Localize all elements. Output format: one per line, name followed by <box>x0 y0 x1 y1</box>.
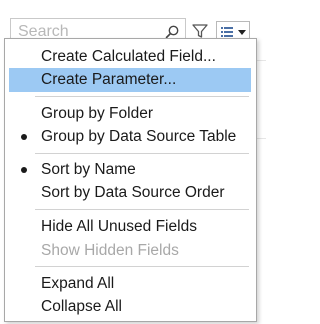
menu-item-label: Sort by Data Source Order <box>41 184 225 201</box>
menu-separator <box>35 266 249 267</box>
menu-item-collapse-all[interactable]: Collapse All <box>9 295 251 319</box>
checked-bullet-icon <box>21 167 27 173</box>
menu-item-label: Expand All <box>41 275 115 292</box>
background-divider <box>257 60 266 61</box>
menu-item-label: Group by Folder <box>41 105 153 122</box>
menu-item-label: Create Parameter... <box>41 71 177 88</box>
menu-item-label: Group by Data Source Table <box>41 128 237 145</box>
menu-item-expand-all[interactable]: Expand All <box>9 272 251 296</box>
menu-item-group-by-data-source-table[interactable]: Group by Data Source Table <box>9 125 251 149</box>
menu-item-label: Hide All Unused Fields <box>41 218 197 235</box>
menu-separator <box>35 96 249 97</box>
menu-item-group-by-folder[interactable]: Group by Folder <box>9 102 251 126</box>
menu-item-create-calculated-field[interactable]: Create Calculated Field... <box>9 45 251 69</box>
menu-item-label: Create Calculated Field... <box>41 48 216 65</box>
menu-separator <box>35 153 249 154</box>
menu-item-sort-by-data-source-order[interactable]: Sort by Data Source Order <box>9 181 251 205</box>
menu-item-show-hidden-fields: Show Hidden Fields <box>9 239 251 263</box>
menu-item-sort-by-name[interactable]: Sort by Name <box>9 158 251 182</box>
menu-item-hide-all-unused-fields[interactable]: Hide All Unused Fields <box>9 215 251 239</box>
menu-item-label: Collapse All <box>41 298 122 315</box>
menu-item-create-parameter[interactable]: Create Parameter... <box>9 68 251 92</box>
list-view-icon <box>221 27 233 37</box>
menu-item-label: Sort by Name <box>41 161 136 178</box>
data-pane-toolbar <box>0 0 266 45</box>
data-pane-menu: Create Calculated Field... Create Parame… <box>4 38 257 322</box>
chevron-down-icon <box>238 30 246 35</box>
checked-bullet-icon <box>21 134 27 140</box>
menu-separator <box>35 209 249 210</box>
background-divider <box>257 138 266 139</box>
menu-item-label: Show Hidden Fields <box>41 242 179 259</box>
page: Create Calculated Field... Create Parame… <box>0 0 266 324</box>
